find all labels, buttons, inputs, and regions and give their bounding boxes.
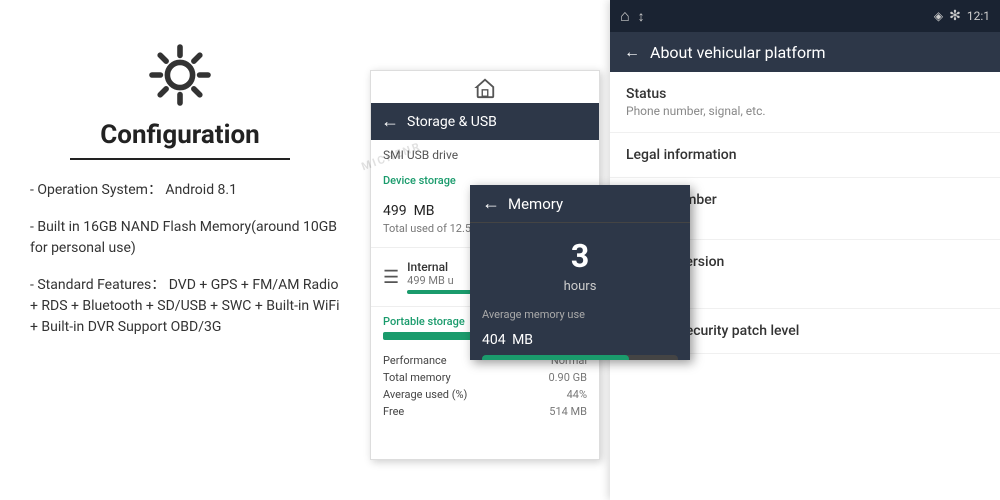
internal-icon: ☰ xyxy=(383,267,399,288)
config-list: - Operation System： Android 8.1 - Built … xyxy=(20,180,340,354)
about-status-title: Status xyxy=(626,86,984,102)
memory-panel: ← Memory 3 hours Average memory use 404 … xyxy=(470,185,690,360)
about-item-status[interactable]: Status Phone number, signal, etc. xyxy=(610,72,1000,133)
memory-title: Memory xyxy=(508,195,563,213)
status-right: ◈ ✻ 12:1 xyxy=(934,8,990,24)
avg-memory-label: Average memory use xyxy=(470,304,690,321)
stat-label-2: Average used (%) xyxy=(383,388,467,401)
storage-header: ← Storage & USB xyxy=(371,103,599,140)
stat-value-3: 514 MB xyxy=(549,405,587,418)
stat-label-1: Total memory xyxy=(383,371,451,384)
stat-label-3: Free xyxy=(383,405,404,418)
config-item-1: - Built in 16GB NAND Flash Memory(around… xyxy=(30,217,340,259)
memory-back-arrow[interactable]: ← xyxy=(482,193,500,214)
about-header: ← About vehicular platform xyxy=(610,32,1000,72)
about-back-arrow[interactable]: ← xyxy=(624,42,640,62)
memory-hours-label: hours xyxy=(470,279,690,304)
storage-title: Storage & USB xyxy=(407,114,497,130)
about-status-bar: ⌂ ↕ ◈ ✻ 12:1 xyxy=(610,0,1000,32)
avg-memory-value: 404 MB xyxy=(470,321,690,355)
config-item-0: - Operation System： Android 8.1 xyxy=(30,180,340,201)
left-panel: Configuration - Operation System： Androi… xyxy=(0,0,360,500)
home-icon xyxy=(474,77,496,99)
storage-back-arrow[interactable]: ← xyxy=(381,111,399,132)
stat-row-2: Average used (%) 44% xyxy=(383,386,587,403)
memory-hours-value: 3 xyxy=(571,237,589,275)
memory-bar-fill xyxy=(482,355,629,360)
storage-home-row xyxy=(371,71,599,103)
memory-header: ← Memory xyxy=(470,185,690,223)
stat-value-2: 44% xyxy=(567,388,587,401)
config-divider xyxy=(70,158,290,160)
about-status-sub: Phone number, signal, etc. xyxy=(626,104,984,118)
smi-label: SMI USB drive xyxy=(371,140,599,166)
status-left: ⌂ ↕ xyxy=(620,6,645,26)
memory-bar-bg xyxy=(482,355,678,360)
status-location-icon: ◈ xyxy=(934,9,943,23)
status-time: 12:1 xyxy=(967,9,990,23)
config-item-2: - Standard Features： DVD + GPS + FM/AM R… xyxy=(30,275,340,338)
stat-row-1: Total memory 0.90 GB xyxy=(383,369,587,386)
status-bluetooth-icon: ✻ xyxy=(949,8,961,24)
config-title: Configuration xyxy=(100,120,259,150)
about-legal-title: Legal information xyxy=(626,147,984,163)
status-home-icon: ⌂ xyxy=(620,6,630,26)
gear-icon xyxy=(145,40,215,110)
stat-value-1: 0.90 GB xyxy=(548,371,587,384)
stat-row-3: Free 514 MB xyxy=(383,403,587,420)
status-usb-icon: ↕ xyxy=(638,8,645,25)
stat-label-0: Performance xyxy=(383,354,447,367)
about-item-legal[interactable]: Legal information xyxy=(610,133,1000,178)
about-title: About vehicular platform xyxy=(650,43,826,62)
